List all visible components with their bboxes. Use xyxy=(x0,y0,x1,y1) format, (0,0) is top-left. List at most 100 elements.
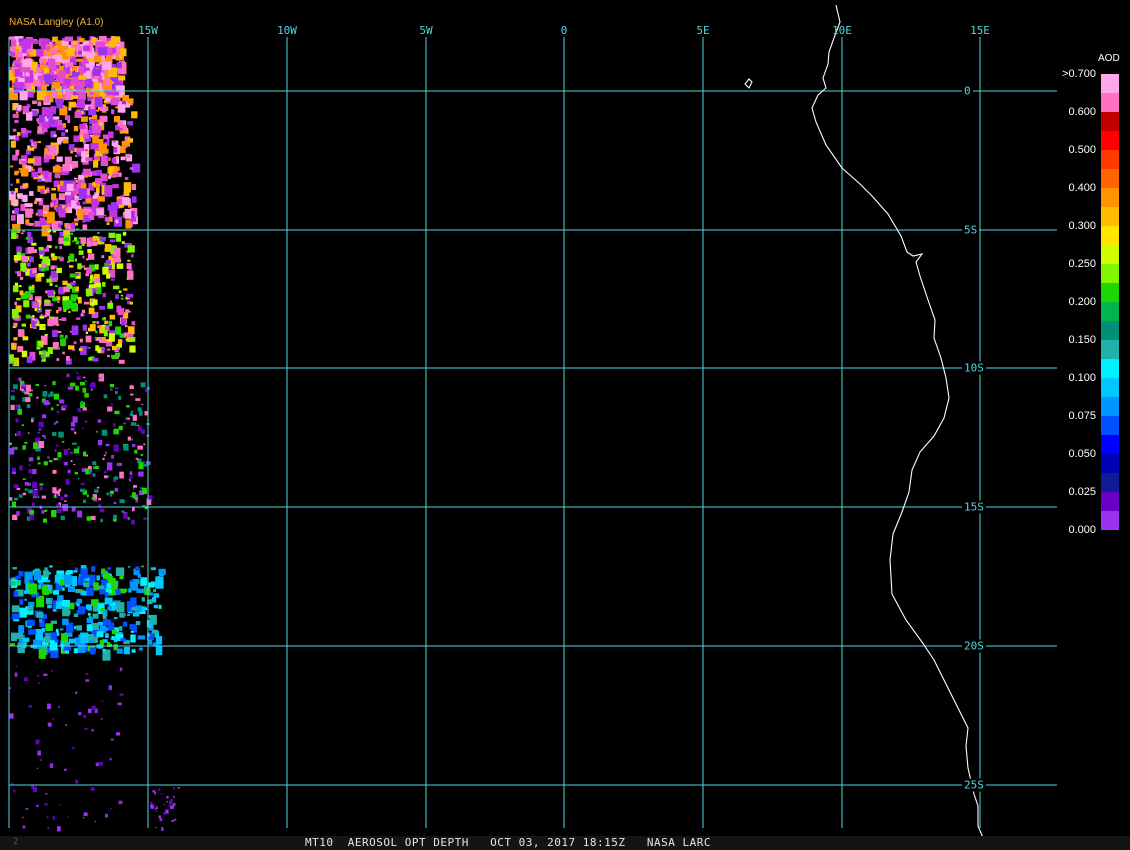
aod-pixel xyxy=(51,188,56,191)
aod-pixel xyxy=(64,62,73,67)
aod-pixel xyxy=(47,703,51,710)
aod-pixel xyxy=(108,593,114,596)
aod-pixel xyxy=(102,282,106,287)
legend-tick-label: 0.025 xyxy=(1068,486,1096,498)
aod-pixel xyxy=(98,498,101,501)
aod-pixel xyxy=(151,629,158,634)
aod-pixel xyxy=(27,262,31,267)
aod-pixel xyxy=(127,614,130,616)
aod-pixel xyxy=(102,266,109,275)
aod-pixel xyxy=(38,308,41,310)
aod-pixel xyxy=(131,321,136,326)
aod-pixel xyxy=(92,357,99,362)
aod-pixel xyxy=(106,102,110,105)
aod-pixel xyxy=(97,325,101,328)
aod-pixel xyxy=(56,267,62,274)
aod-pixel xyxy=(87,604,92,611)
aod-pixel xyxy=(131,196,137,203)
aod-pixel xyxy=(68,586,75,592)
aod-pixel xyxy=(117,121,123,127)
aod-pixel xyxy=(38,428,42,431)
aod-pixel xyxy=(19,599,24,605)
aod-pixel xyxy=(13,255,21,261)
aod-pixel xyxy=(46,580,51,583)
aod-pixel xyxy=(54,449,57,452)
aod-pixel xyxy=(13,342,17,346)
aod-pixel xyxy=(11,613,20,620)
aod-pixel xyxy=(102,61,112,70)
aod-pixel xyxy=(46,278,52,283)
aod-pixel xyxy=(14,171,19,176)
aod-pixel xyxy=(64,500,67,502)
aod-pixel xyxy=(104,78,110,86)
aod-pixel xyxy=(156,810,158,812)
aod-pixel xyxy=(85,335,92,343)
aod-pixel xyxy=(37,101,42,107)
aod-pixel xyxy=(119,499,125,504)
aod-pixel xyxy=(64,494,68,498)
aod-pixel xyxy=(72,416,78,423)
aod-pixel xyxy=(88,468,93,473)
aod-pixel xyxy=(55,284,58,287)
aod-pixel xyxy=(101,255,105,259)
aod-pixel xyxy=(11,309,19,319)
aod-pixel xyxy=(27,432,30,434)
aod-pixel xyxy=(83,351,87,354)
aod-pixel xyxy=(59,256,64,262)
aod-pixel xyxy=(129,345,136,353)
aod-pixel xyxy=(43,461,48,466)
aod-pixel xyxy=(21,48,27,54)
aod-pixel xyxy=(94,820,96,823)
aod-pixel xyxy=(18,38,24,43)
longitude-label: 15E xyxy=(970,24,990,37)
aod-pixel xyxy=(9,36,16,40)
aod-pixel xyxy=(104,320,108,324)
aod-pixel xyxy=(129,476,133,479)
aod-pixel xyxy=(47,58,56,69)
aod-pixel xyxy=(54,582,57,584)
aod-pixel xyxy=(75,691,78,694)
aod-pixel xyxy=(37,462,41,465)
aod-pixel xyxy=(70,150,73,154)
aod-pixel xyxy=(22,105,30,113)
aod-pixel xyxy=(91,729,94,732)
aod-pixel xyxy=(65,129,68,133)
aod-pixel xyxy=(64,768,67,771)
aod-pixel xyxy=(55,245,58,249)
aod-pixel xyxy=(36,595,45,608)
aod-pixel xyxy=(90,382,96,388)
aod-pixel xyxy=(75,779,78,784)
aod-pixel xyxy=(37,456,40,461)
aod-pixel xyxy=(109,300,112,303)
aod-pixel xyxy=(11,190,14,195)
aod-pixel xyxy=(74,431,77,435)
aod-pixel xyxy=(38,421,44,428)
aod-pixel xyxy=(124,324,128,328)
aod-pixel xyxy=(47,234,52,241)
aod-pixel xyxy=(113,423,116,427)
aod-pixel xyxy=(62,587,65,591)
aod-pixel xyxy=(131,649,136,653)
aod-pixel xyxy=(65,479,70,485)
aod-pixel xyxy=(130,393,134,396)
aod-pixel xyxy=(63,230,70,236)
aod-pixel xyxy=(61,40,69,46)
aod-pixel xyxy=(113,514,117,520)
aod-pixel xyxy=(69,265,74,268)
aod-pixel xyxy=(92,473,96,477)
aod-pixel xyxy=(119,48,127,57)
aod-pixel xyxy=(16,246,22,253)
aod-pixel xyxy=(137,445,143,450)
aod-pixel xyxy=(86,617,94,623)
aod-pixel xyxy=(21,424,24,426)
aod-pixel xyxy=(91,566,96,572)
aod-pixel xyxy=(42,355,46,360)
aod-pixel xyxy=(90,274,94,279)
aod-pixel xyxy=(26,619,35,626)
aod-pixel xyxy=(85,288,92,296)
aod-pixel xyxy=(35,383,40,386)
aod-pixel xyxy=(101,700,103,702)
aod-pixel xyxy=(52,166,61,173)
aod-pixel xyxy=(16,50,22,56)
legend-tick-label: 0.050 xyxy=(1068,448,1096,460)
